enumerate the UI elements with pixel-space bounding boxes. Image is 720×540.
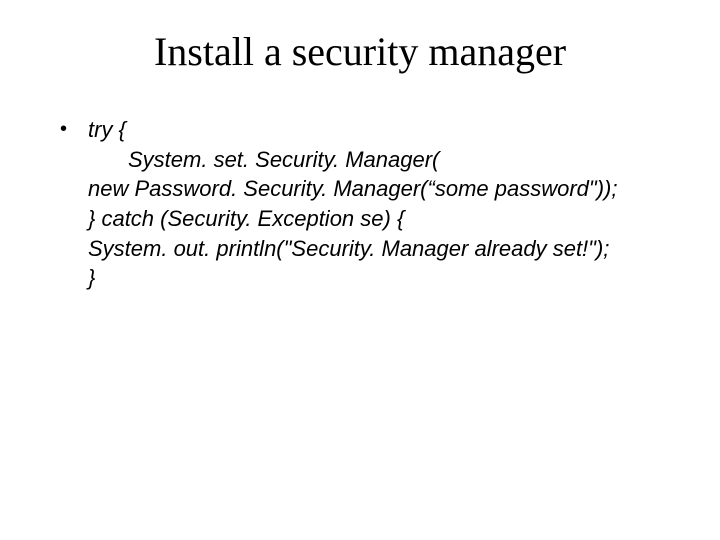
slide-body: • try { System. set. Security. Manager( … (0, 115, 720, 293)
code-line-3: } catch (Security. Exception se) { (88, 204, 660, 234)
slide-title: Install a security manager (0, 28, 720, 75)
code-line-1: System. set. Security. Manager( (88, 145, 660, 175)
code-line-4: System. out. println("Security. Manager … (88, 234, 660, 264)
slide: Install a security manager • try { Syste… (0, 0, 720, 540)
bullet-content: try { System. set. Security. Manager( ne… (88, 115, 660, 293)
bullet-item: • try { System. set. Security. Manager( … (60, 115, 660, 293)
code-line-5: } (88, 263, 660, 293)
bullet-dot-icon: • (60, 115, 88, 144)
code-line-2: new Password. Security. Manager(“some pa… (88, 174, 660, 204)
code-line-0: try { (88, 115, 660, 145)
